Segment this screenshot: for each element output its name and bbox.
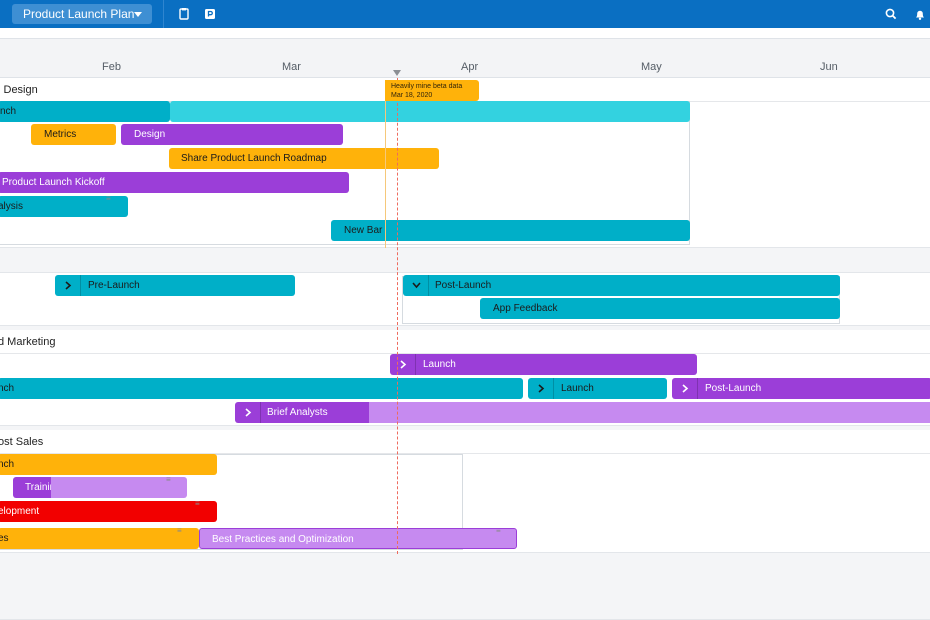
- drag-handle[interactable]: ≡: [106, 196, 111, 203]
- timeline-bar-progress[interactable]: ≡: [51, 477, 187, 498]
- today-line: [397, 78, 398, 554]
- timeline-bar[interactable]: nch: [0, 101, 170, 122]
- timeline-bar[interactable]: Best Practices and Optimization ≡: [199, 528, 517, 549]
- clipboard-icon[interactable]: [176, 6, 192, 22]
- timeline-bar[interactable]: Launch: [528, 378, 667, 399]
- plan-selector[interactable]: Product Launch Plan: [12, 4, 152, 24]
- timeline-bar[interactable]: Design: [121, 124, 343, 145]
- timeline-bar[interactable]: elopment ≡: [0, 501, 217, 522]
- milestone-line: [385, 100, 386, 248]
- timeline-bar[interactable]: nch: [0, 454, 217, 475]
- chevron-right-icon[interactable]: [390, 354, 416, 375]
- chevron-right-icon[interactable]: [672, 378, 698, 399]
- timeline-bar[interactable]: Pre-Launch: [55, 275, 295, 296]
- timeline-footer: [0, 552, 930, 620]
- timeline-bar[interactable]: Launch: [390, 354, 697, 375]
- swimlane-header[interactable]: ost Sales: [0, 430, 930, 454]
- timeline-bar[interactable]: Post-Launch: [403, 275, 840, 296]
- timeline-bar-progress[interactable]: [369, 402, 930, 423]
- swimlane-title: d Marketing: [0, 336, 56, 348]
- presentation-icon[interactable]: [202, 6, 218, 22]
- bell-icon[interactable]: [912, 6, 928, 22]
- timeline-bar[interactable]: Share Product Launch Roadmap: [169, 148, 439, 169]
- chevron-right-icon[interactable]: [528, 378, 554, 399]
- milestone-flag[interactable]: Heavily mine beta data Mar 18, 2020: [385, 80, 479, 101]
- swimlane-header[interactable]: d Marketing: [0, 330, 930, 354]
- timeline-bar[interactable]: Post-Launch: [672, 378, 930, 399]
- timeline-bar-progress[interactable]: [170, 101, 690, 122]
- timeline-bar[interactable]: alysis ≡: [0, 196, 128, 217]
- drag-handle[interactable]: ≡: [166, 477, 171, 484]
- month-label: Apr: [461, 61, 479, 73]
- app-header: Product Launch Plan: [0, 0, 930, 28]
- swimlane-title: ost Sales: [0, 436, 44, 448]
- toolbar-divider: [163, 0, 164, 28]
- search-icon[interactable]: [883, 6, 899, 22]
- timeline-bar[interactable]: es ≡: [0, 528, 199, 549]
- milestone-title: Heavily mine beta data: [391, 83, 463, 90]
- chevron-right-icon[interactable]: [55, 275, 81, 296]
- timeline-bar[interactable]: Brief Analysts: [235, 402, 369, 423]
- swimlane-title: l Design: [0, 84, 38, 96]
- timeline-bar[interactable]: Training: [13, 477, 51, 498]
- timeline-bar[interactable]: nch: [0, 378, 523, 399]
- today-marker-icon: [393, 70, 401, 76]
- timeline-axis: Feb Mar Apr May Jun: [0, 38, 930, 78]
- timeline-bar[interactable]: Metrics: [31, 124, 116, 145]
- milestone-date: Mar 18, 2020: [391, 92, 433, 99]
- swimlane-separator: [0, 247, 930, 273]
- drag-handle[interactable]: ≡: [195, 501, 200, 508]
- drag-handle[interactable]: ≡: [496, 529, 501, 535]
- chevron-down-icon[interactable]: [403, 275, 429, 296]
- drag-handle[interactable]: ≡: [177, 528, 182, 535]
- plan-title: Product Launch Plan: [23, 7, 135, 21]
- chevron-down-icon: [134, 12, 142, 17]
- timeline-bar[interactable]: Product Launch Kickoff: [0, 172, 349, 193]
- chevron-right-icon[interactable]: [235, 402, 261, 423]
- month-label: Jun: [820, 61, 838, 73]
- month-label: May: [641, 61, 662, 73]
- month-label: Mar: [282, 61, 301, 73]
- month-label: Feb: [102, 61, 121, 73]
- timeline-bar[interactable]: App Feedback: [480, 298, 840, 319]
